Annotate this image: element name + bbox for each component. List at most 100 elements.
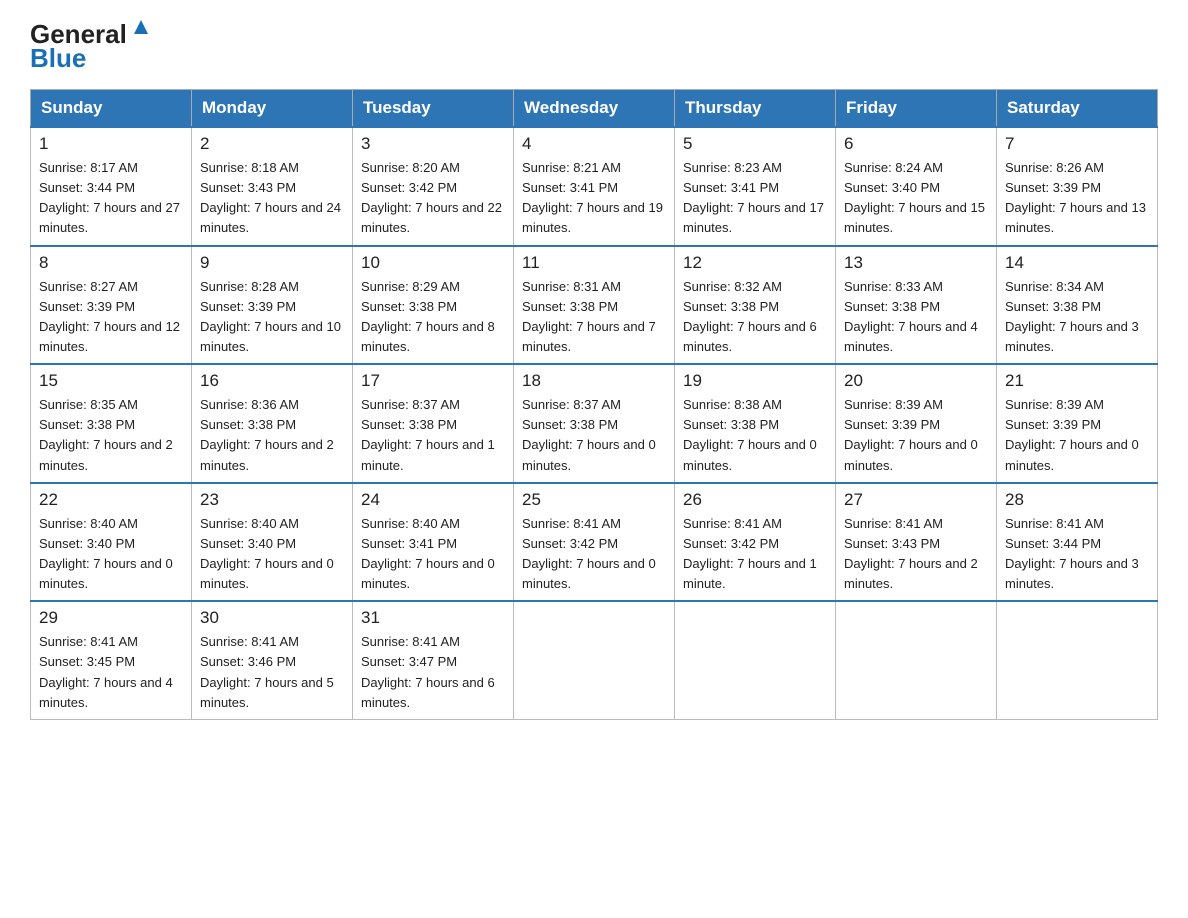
day-number: 17 xyxy=(361,371,505,391)
day-info: Sunrise: 8:32 AMSunset: 3:38 PMDaylight:… xyxy=(683,277,827,358)
day-cell-23: 23 Sunrise: 8:40 AMSunset: 3:40 PMDayligh… xyxy=(192,483,353,602)
week-row-3: 15 Sunrise: 8:35 AMSunset: 3:38 PMDayligh… xyxy=(31,364,1158,483)
empty-cell xyxy=(997,601,1158,719)
day-number: 25 xyxy=(522,490,666,510)
day-number: 1 xyxy=(39,134,183,154)
day-info: Sunrise: 8:31 AMSunset: 3:38 PMDaylight:… xyxy=(522,277,666,358)
day-number: 19 xyxy=(683,371,827,391)
day-cell-27: 27 Sunrise: 8:41 AMSunset: 3:43 PMDayligh… xyxy=(836,483,997,602)
day-cell-20: 20Sunrise: 8:39 AMSunset: 3:39 PMDayligh… xyxy=(836,364,997,483)
day-info: Sunrise: 8:20 AMSunset: 3:42 PMDaylight:… xyxy=(361,158,505,239)
day-cell-2: 2Sunrise: 8:18 AMSunset: 3:43 PMDaylight… xyxy=(192,127,353,246)
day-cell-10: 10 Sunrise: 8:29 AMSunset: 3:38 PMDayligh… xyxy=(353,246,514,365)
day-number: 28 xyxy=(1005,490,1149,510)
day-cell-13: 13 Sunrise: 8:33 AMSunset: 3:38 PMDayligh… xyxy=(836,246,997,365)
header-day-friday: Friday xyxy=(836,90,997,128)
header-day-tuesday: Tuesday xyxy=(353,90,514,128)
day-cell-3: 3 Sunrise: 8:20 AMSunset: 3:42 PMDaylight… xyxy=(353,127,514,246)
day-cell-30: 30Sunrise: 8:41 AMSunset: 3:46 PMDayligh… xyxy=(192,601,353,719)
day-number: 24 xyxy=(361,490,505,510)
day-cell-21: 21 Sunrise: 8:39 AMSunset: 3:39 PMDayligh… xyxy=(997,364,1158,483)
day-number: 18 xyxy=(522,371,666,391)
day-info: Sunrise: 8:17 AMSunset: 3:44 PMDaylight:… xyxy=(39,158,183,239)
week-row-1: 1 Sunrise: 8:17 AMSunset: 3:44 PMDaylight… xyxy=(31,127,1158,246)
empty-cell xyxy=(836,601,997,719)
day-number: 16 xyxy=(200,371,344,391)
day-info: Sunrise: 8:40 AMSunset: 3:40 PMDaylight:… xyxy=(39,514,183,595)
day-info: Sunrise: 8:34 AMSunset: 3:38 PMDaylight:… xyxy=(1005,277,1149,358)
day-number: 10 xyxy=(361,253,505,273)
day-info: Sunrise: 8:41 AMSunset: 3:42 PMDaylight:… xyxy=(522,514,666,595)
empty-cell xyxy=(514,601,675,719)
day-cell-12: 12 Sunrise: 8:32 AMSunset: 3:38 PMDayligh… xyxy=(675,246,836,365)
day-number: 14 xyxy=(1005,253,1149,273)
day-cell-26: 26 Sunrise: 8:41 AMSunset: 3:42 PMDayligh… xyxy=(675,483,836,602)
day-number: 13 xyxy=(844,253,988,273)
day-cell-25: 25 Sunrise: 8:41 AMSunset: 3:42 PMDayligh… xyxy=(514,483,675,602)
header-day-wednesday: Wednesday xyxy=(514,90,675,128)
day-cell-19: 19 Sunrise: 8:38 AMSunset: 3:38 PMDayligh… xyxy=(675,364,836,483)
day-number: 29 xyxy=(39,608,183,628)
day-number: 15 xyxy=(39,371,183,391)
day-number: 23 xyxy=(200,490,344,510)
day-info: Sunrise: 8:39 AMSunset: 3:39 PMDaylight:… xyxy=(1005,395,1149,476)
day-info: Sunrise: 8:37 AMSunset: 3:38 PMDaylight:… xyxy=(361,395,505,476)
day-cell-9: 9 Sunrise: 8:28 AMSunset: 3:39 PMDaylight… xyxy=(192,246,353,365)
day-number: 21 xyxy=(1005,371,1149,391)
page-header: General Blue xyxy=(30,20,1158,71)
day-info: Sunrise: 8:23 AMSunset: 3:41 PMDaylight:… xyxy=(683,158,827,239)
day-info: Sunrise: 8:40 AMSunset: 3:40 PMDaylight:… xyxy=(200,514,344,595)
logo-triangle-icon xyxy=(130,16,152,38)
day-number: 7 xyxy=(1005,134,1149,154)
day-info: Sunrise: 8:41 AMSunset: 3:43 PMDaylight:… xyxy=(844,514,988,595)
day-number: 3 xyxy=(361,134,505,154)
day-info: Sunrise: 8:24 AMSunset: 3:40 PMDaylight:… xyxy=(844,158,988,239)
day-cell-16: 16 Sunrise: 8:36 AMSunset: 3:38 PMDayligh… xyxy=(192,364,353,483)
day-info: Sunrise: 8:38 AMSunset: 3:38 PMDaylight:… xyxy=(683,395,827,476)
day-number: 31 xyxy=(361,608,505,628)
day-info: Sunrise: 8:39 AMSunset: 3:39 PMDaylight:… xyxy=(844,395,988,476)
day-info: Sunrise: 8:35 AMSunset: 3:38 PMDaylight:… xyxy=(39,395,183,476)
day-cell-15: 15 Sunrise: 8:35 AMSunset: 3:38 PMDayligh… xyxy=(31,364,192,483)
day-cell-29: 29 Sunrise: 8:41 AMSunset: 3:45 PMDayligh… xyxy=(31,601,192,719)
day-cell-31: 31 Sunrise: 8:41 AMSunset: 3:47 PMDayligh… xyxy=(353,601,514,719)
day-info: Sunrise: 8:40 AMSunset: 3:41 PMDaylight:… xyxy=(361,514,505,595)
day-number: 26 xyxy=(683,490,827,510)
logo-text-blue: Blue xyxy=(30,45,86,71)
day-number: 4 xyxy=(522,134,666,154)
day-info: Sunrise: 8:33 AMSunset: 3:38 PMDaylight:… xyxy=(844,277,988,358)
day-cell-8: 8Sunrise: 8:27 AMSunset: 3:39 PMDaylight… xyxy=(31,246,192,365)
day-info: Sunrise: 8:41 AMSunset: 3:47 PMDaylight:… xyxy=(361,632,505,713)
day-cell-11: 11 Sunrise: 8:31 AMSunset: 3:38 PMDayligh… xyxy=(514,246,675,365)
day-cell-1: 1 Sunrise: 8:17 AMSunset: 3:44 PMDaylight… xyxy=(31,127,192,246)
day-info: Sunrise: 8:29 AMSunset: 3:38 PMDaylight:… xyxy=(361,277,505,358)
day-info: Sunrise: 8:41 AMSunset: 3:42 PMDaylight:… xyxy=(683,514,827,595)
week-row-5: 29 Sunrise: 8:41 AMSunset: 3:45 PMDayligh… xyxy=(31,601,1158,719)
day-cell-22: 22 Sunrise: 8:40 AMSunset: 3:40 PMDayligh… xyxy=(31,483,192,602)
day-info: Sunrise: 8:36 AMSunset: 3:38 PMDaylight:… xyxy=(200,395,344,476)
day-number: 9 xyxy=(200,253,344,273)
day-cell-7: 7Sunrise: 8:26 AMSunset: 3:39 PMDaylight… xyxy=(997,127,1158,246)
day-number: 27 xyxy=(844,490,988,510)
day-cell-5: 5Sunrise: 8:23 AMSunset: 3:41 PMDaylight… xyxy=(675,127,836,246)
day-cell-14: 14 Sunrise: 8:34 AMSunset: 3:38 PMDayligh… xyxy=(997,246,1158,365)
day-number: 22 xyxy=(39,490,183,510)
header-day-sunday: Sunday xyxy=(31,90,192,128)
week-row-4: 22 Sunrise: 8:40 AMSunset: 3:40 PMDayligh… xyxy=(31,483,1158,602)
empty-cell xyxy=(675,601,836,719)
header-day-thursday: Thursday xyxy=(675,90,836,128)
day-info: Sunrise: 8:41 AMSunset: 3:45 PMDaylight:… xyxy=(39,632,183,713)
day-info: Sunrise: 8:28 AMSunset: 3:39 PMDaylight:… xyxy=(200,277,344,358)
day-info: Sunrise: 8:41 AMSunset: 3:44 PMDaylight:… xyxy=(1005,514,1149,595)
day-number: 12 xyxy=(683,253,827,273)
day-cell-28: 28 Sunrise: 8:41 AMSunset: 3:44 PMDayligh… xyxy=(997,483,1158,602)
header-day-monday: Monday xyxy=(192,90,353,128)
calendar-table: SundayMondayTuesdayWednesdayThursdayFrid… xyxy=(30,89,1158,720)
logo: General Blue xyxy=(30,20,152,71)
day-number: 11 xyxy=(522,253,666,273)
day-number: 2 xyxy=(200,134,344,154)
header-day-saturday: Saturday xyxy=(997,90,1158,128)
week-row-2: 8Sunrise: 8:27 AMSunset: 3:39 PMDaylight… xyxy=(31,246,1158,365)
day-cell-17: 17 Sunrise: 8:37 AMSunset: 3:38 PMDayligh… xyxy=(353,364,514,483)
day-cell-6: 6Sunrise: 8:24 AMSunset: 3:40 PMDaylight… xyxy=(836,127,997,246)
